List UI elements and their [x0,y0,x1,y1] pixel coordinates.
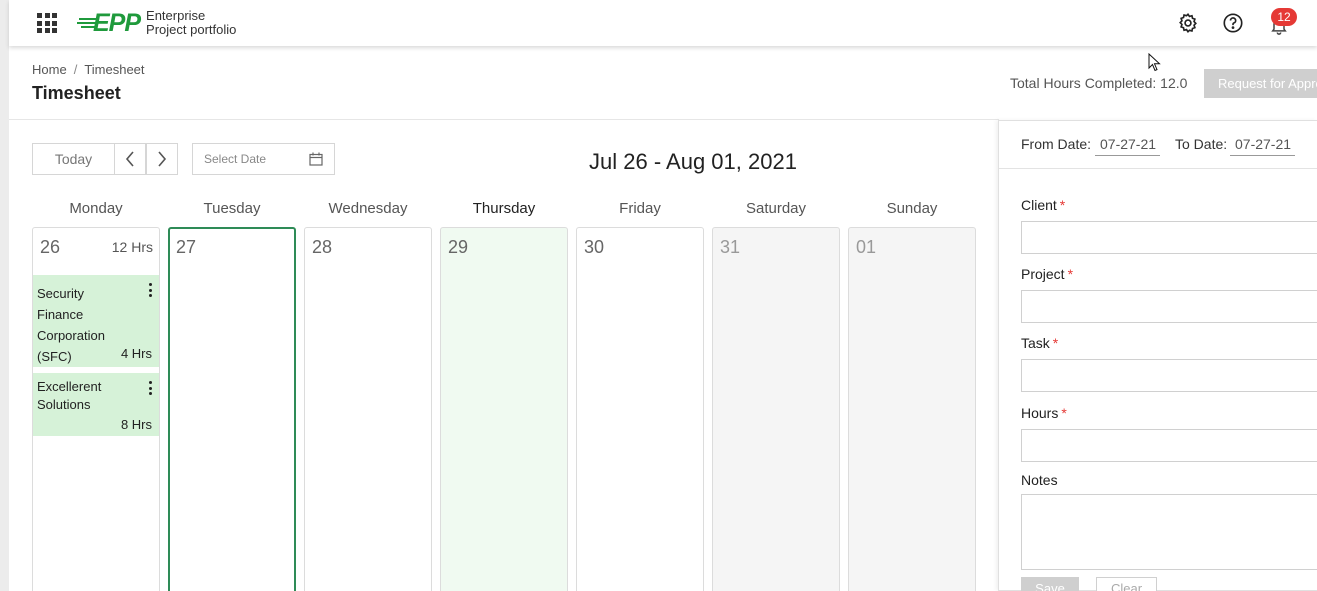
entry-client-line: Corporation [37,328,105,343]
entry-client: Excellerent Solutions [37,378,119,414]
timesheet-entry[interactable]: Excellerent Solutions 8 Hrs [33,373,159,436]
logo-mark: EPP [93,8,141,37]
entry-client: Security Finance Corporation (SFC) [37,283,119,367]
select-date-input[interactable]: Select Date [192,143,335,175]
timesheet-entry[interactable]: Security Finance Corporation (SFC) 4 Hrs [33,275,159,367]
day-cell-wednesday[interactable]: 28 [304,227,432,591]
hours-label-text: Hours [1021,405,1059,421]
breadcrumb-current: Timesheet [84,62,145,77]
required-asterisk: * [1052,335,1059,351]
hours-label: Hours * [1021,405,1067,421]
today-button[interactable]: Today [32,143,114,175]
from-date-label: From Date: [1021,136,1092,152]
to-date-label: To Date: [1175,136,1228,152]
day-cell-tuesday[interactable]: 27 [168,227,296,591]
kebab-menu-icon[interactable] [144,379,156,397]
logo-line-1: Enterprise [146,8,206,23]
breadcrumb-separator: / [73,62,78,77]
day-cell-saturday[interactable]: 31 [712,227,840,591]
left-edge-strip [0,0,9,591]
day-number: 29 [448,237,469,257]
client-label-text: Client [1021,197,1057,213]
day-total-hours: 12 Hrs [111,239,153,255]
day-header-tuesday: Tuesday [203,200,261,217]
day-cell-thursday[interactable]: 29 [440,227,568,591]
project-label: Project * [1021,266,1073,282]
header-divider [9,119,999,120]
notes-label: Notes [1021,472,1058,488]
task-label: Task * [1021,335,1058,351]
notification-badge[interactable]: 12 [1271,8,1297,26]
day-number: 01 [856,237,877,257]
kebab-menu-icon[interactable] [144,281,156,299]
from-date-input[interactable]: 07-27-21 [1095,136,1161,156]
week-range-title: Jul 26 - Aug 01, 2021 [589,149,797,174]
day-header-saturday: Saturday [745,200,807,217]
epp-logo[interactable]: EPP Enterprise Project portfolio [77,6,236,40]
breadcrumb: Home / Timesheet [32,62,145,77]
top-app-bar: EPP Enterprise Project portfolio [9,0,1317,46]
day-header-thursday: Thursday [472,200,536,217]
total-hours-completed: Total Hours Completed: 12.0 [1010,75,1188,91]
day-cell-friday[interactable]: 30 [576,227,704,591]
day-cell-sunday[interactable]: 01 [848,227,976,591]
day-header-sunday: Sunday [886,200,938,217]
client-label: Client * [1021,197,1065,213]
save-button[interactable]: Save [1021,577,1079,591]
breadcrumb-home-link[interactable]: Home [32,62,67,77]
entry-hours: 8 Hrs [120,417,152,432]
required-asterisk: * [1067,266,1074,282]
required-asterisk: * [1059,197,1066,213]
logo-text: Enterprise Project portfolio [146,9,236,37]
day-header-wednesday: Wednesday [328,200,408,217]
required-asterisk: * [1061,405,1067,421]
day-header-monday: Monday [69,200,123,217]
day-number: 28 [312,237,333,257]
day-header-friday: Friday [619,200,661,217]
chevron-right-icon [158,151,167,167]
entry-client-line: Solutions [37,397,91,412]
to-date-input[interactable]: 07-27-21 [1230,136,1296,156]
timesheet-entry-panel: From Date: 07-27-21 To Date: 07-27-21 Cl… [998,120,1317,591]
task-select[interactable] [1021,359,1317,392]
notes-textarea[interactable] [1021,494,1317,570]
prev-week-button[interactable] [114,143,146,175]
timesheet-page: EPP Enterprise Project portfolio 12 Home… [0,0,1317,591]
task-label-text: Task [1021,335,1050,351]
client-select[interactable] [1021,221,1317,254]
calendar-icon [309,152,323,166]
clear-button[interactable]: Clear [1096,577,1157,591]
project-label-text: Project [1021,266,1065,282]
help-icon[interactable] [1221,11,1245,35]
chevron-left-icon [125,151,134,167]
project-select[interactable] [1021,290,1317,323]
entry-client-line: Excellerent [37,379,102,394]
day-cell-monday[interactable]: 26 12 Hrs Security Finance Corporation (… [32,227,160,591]
mouse-cursor-icon [1148,53,1161,72]
day-number: 31 [720,237,741,257]
page-title: Timesheet [32,83,121,103]
logo-line-2: Project portfolio [146,22,237,37]
day-number: 27 [176,237,197,257]
day-number: 30 [584,237,605,257]
hours-input[interactable] [1021,429,1317,462]
entry-client-line: (SFC) [37,349,72,364]
entry-client-line: Security [37,286,84,301]
entry-client-line: Finance [37,307,84,322]
day-number: 26 [40,237,61,257]
entry-hours: 4 Hrs [120,346,152,361]
gear-icon[interactable] [1176,11,1200,35]
select-date-placeholder: Select Date [204,152,267,166]
date-range-bar: From Date: 07-27-21 To Date: 07-27-21 [999,121,1317,169]
request-approval-button[interactable]: Request for Approval [1204,69,1317,98]
next-week-button[interactable] [146,143,178,175]
apps-grid-icon[interactable] [37,13,57,33]
